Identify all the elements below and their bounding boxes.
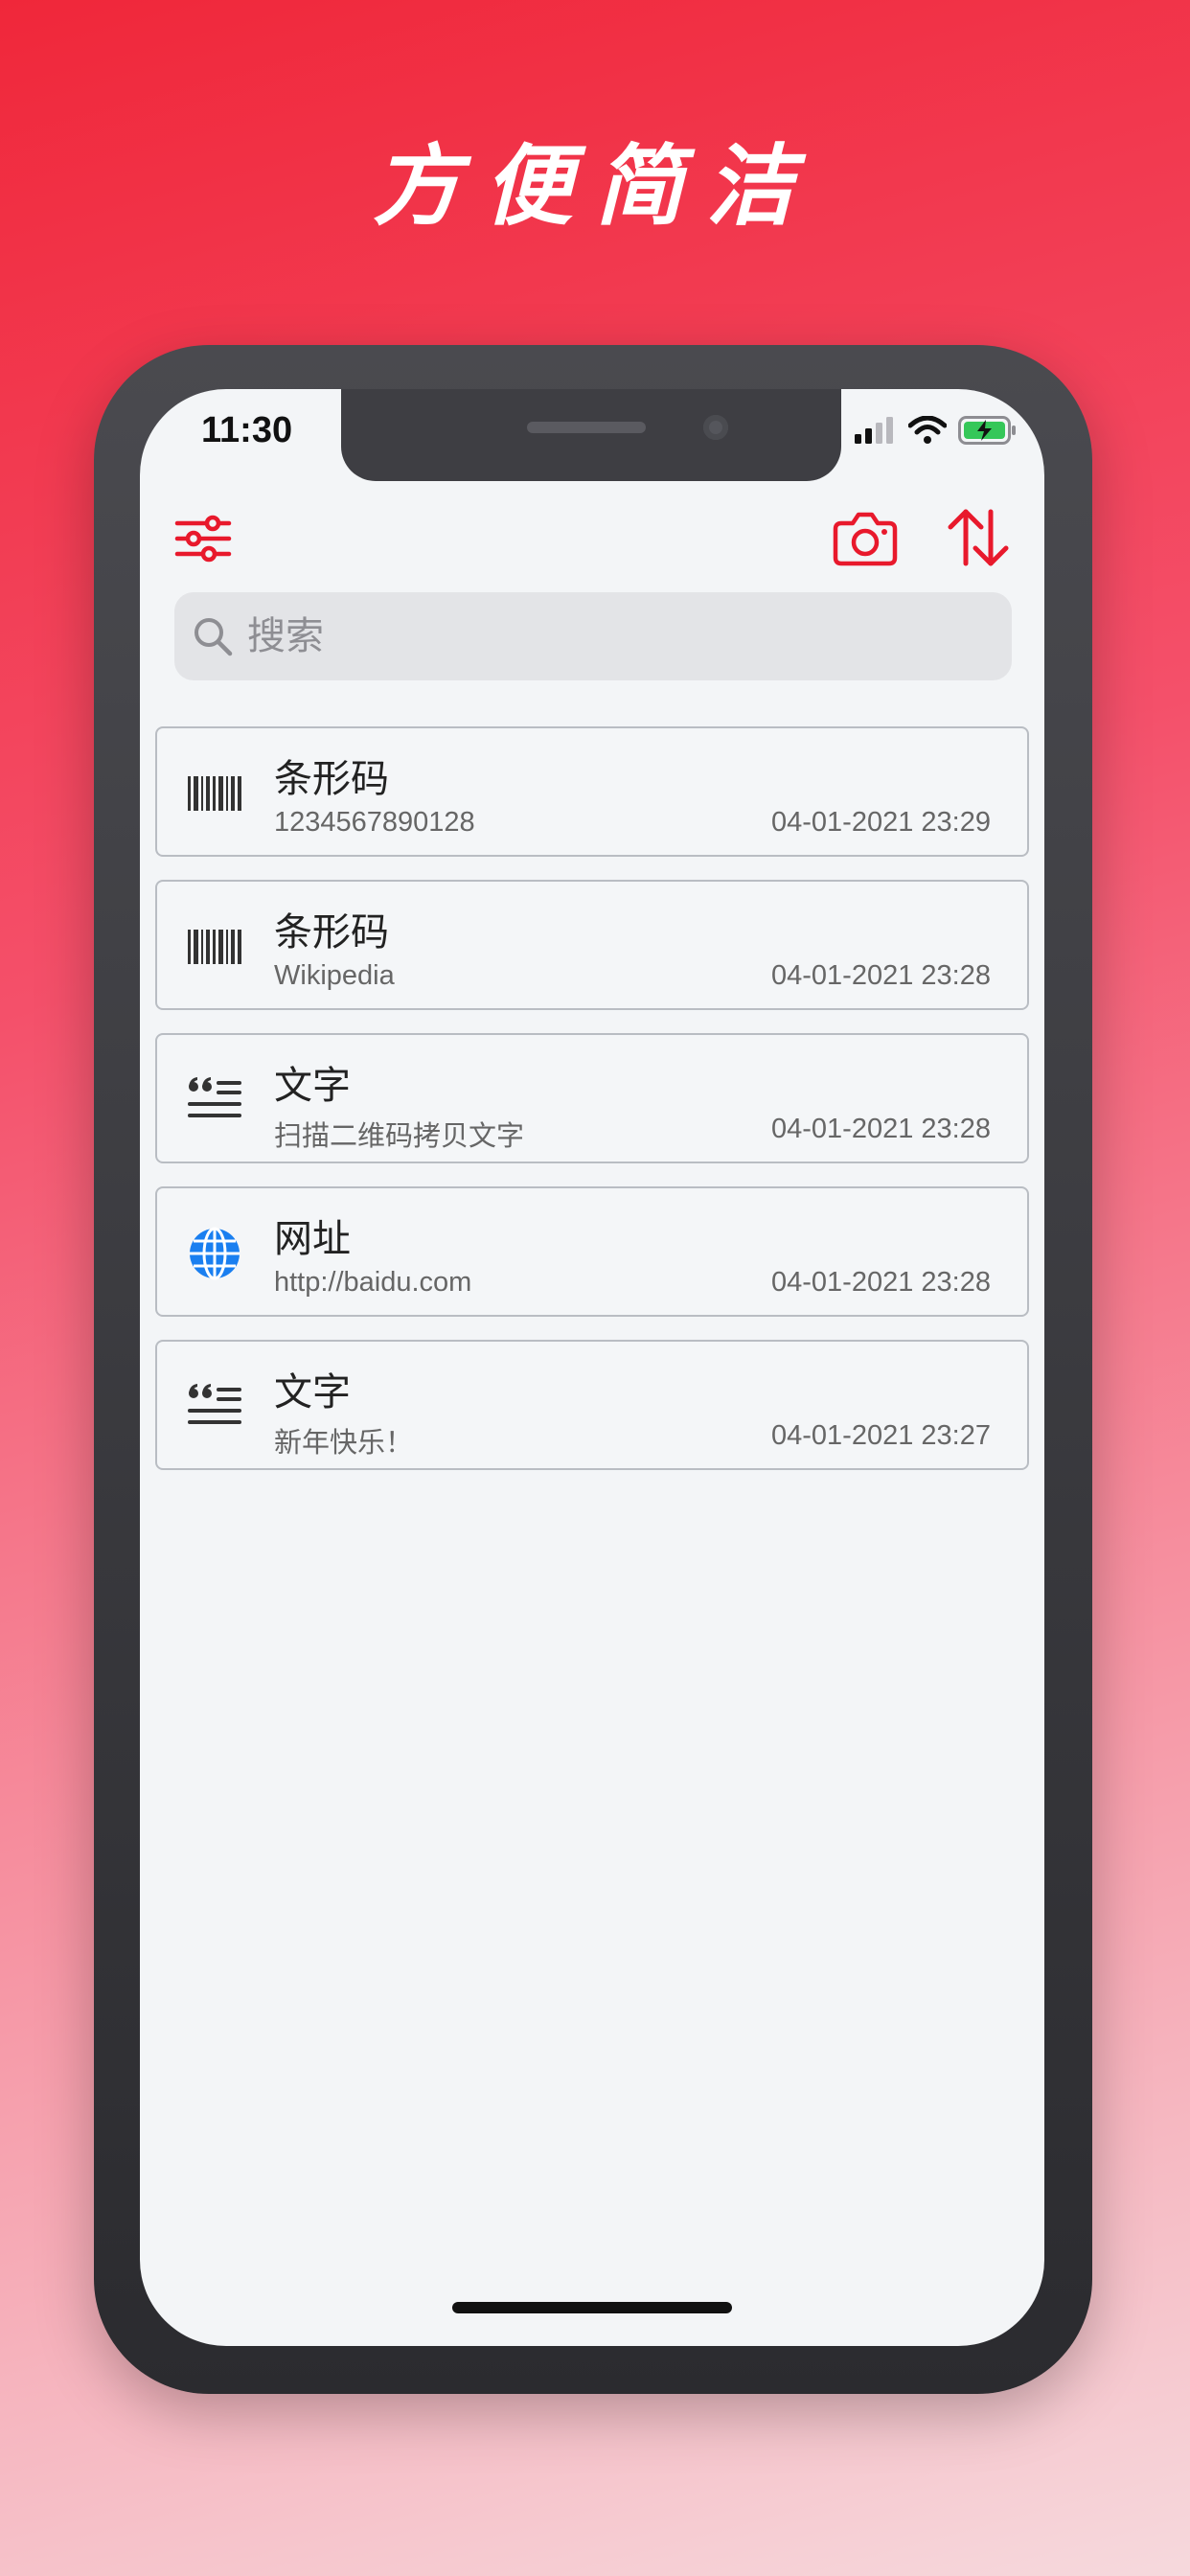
text-quote-icon [188,1384,241,1424]
barcode-icon [188,776,241,811]
front-camera [703,415,728,440]
toolbar-actions [832,504,1012,571]
camera-icon [833,512,898,566]
notch [341,389,841,481]
text-quote-icon [188,1077,241,1117]
item-type-title: 网址 [274,1218,351,1260]
history-item[interactable]: 网址 http://baidu.com 04-01-2021 23:28 [155,1186,1029,1317]
history-item[interactable]: 条形码 1234567890128 04-01-2021 23:29 [155,726,1029,857]
home-indicator[interactable] [452,2302,732,2313]
search-icon [192,615,234,657]
item-datetime: 04-01-2021 23:27 [771,1420,991,1451]
promo-title: 方便简洁 [372,134,817,238]
item-content: 1234567890128 [274,807,475,838]
speaker [527,422,646,433]
barcode-icon [188,930,241,964]
cellular-signal-icon [855,417,893,444]
item-content: 新年快乐！ [274,1428,414,1459]
app-screen: 11:30 搜索 条形码 1234567890128 04-01-2021 23… [140,389,1044,2346]
status-indicators [855,416,1018,445]
sort-button[interactable] [945,504,1012,571]
history-item[interactable]: 文字 新年快乐！ 04-01-2021 23:27 [155,1340,1029,1470]
status-time: 11:30 [201,410,293,450]
battery-charging-icon [958,416,1016,445]
item-type-title: 条形码 [274,758,389,800]
history-item[interactable]: 条形码 Wikipedia 04-01-2021 23:28 [155,880,1029,1010]
item-datetime: 04-01-2021 23:28 [771,960,991,991]
item-datetime: 04-01-2021 23:29 [771,807,991,838]
item-type-title: 条形码 [274,911,389,954]
camera-button[interactable] [832,504,899,571]
search-bar[interactable] [174,592,1012,680]
item-datetime: 04-01-2021 23:28 [771,1267,991,1298]
item-content: http://baidu.com [274,1267,472,1298]
item-content: 扫描二维码拷贝文字 [274,1121,525,1152]
item-content: Wikipedia [274,960,395,991]
sort-arrows-icon [948,509,1009,566]
globe-icon [190,1227,240,1280]
history-list: 条形码 1234567890128 04-01-2021 23:29 条形码 W… [155,726,1029,1493]
history-item[interactable]: 文字 扫描二维码拷贝文字 04-01-2021 23:28 [155,1033,1029,1163]
sliders-icon [174,515,232,563]
item-type-title: 文字 [274,1371,351,1414]
item-datetime: 04-01-2021 23:28 [771,1114,991,1144]
search-input[interactable] [245,613,977,659]
wifi-icon [908,416,947,444]
item-type-title: 文字 [274,1065,351,1107]
phone-frame: 11:30 搜索 条形码 1234567890128 04-01-2021 23… [94,345,1092,2394]
filter-button[interactable] [174,510,232,567]
